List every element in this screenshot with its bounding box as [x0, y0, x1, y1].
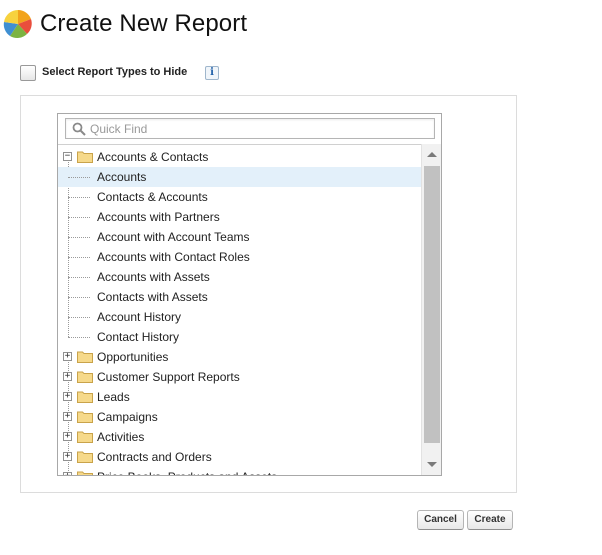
scroll-thumb[interactable]	[424, 166, 440, 443]
folder-icon	[77, 411, 93, 423]
tree-branch-line	[68, 257, 90, 258]
tree-branch-line	[68, 177, 90, 178]
info-icon[interactable]: i	[205, 66, 219, 80]
folder-icon	[77, 391, 93, 403]
tree-branch-line	[68, 197, 90, 198]
quick-find	[65, 118, 435, 139]
folder-icon	[77, 431, 93, 443]
tree-item[interactable]: Account with Account Teams	[58, 227, 421, 247]
tree-item[interactable]: Contacts & Accounts	[58, 187, 421, 207]
hide-report-types-label: Select Report Types to Hide	[42, 66, 188, 78]
tree-item[interactable]: Contacts with Assets	[58, 287, 421, 307]
tree-folder-label: Price Books, Products and Assets	[97, 467, 277, 475]
tree-item-label: Contacts with Assets	[97, 290, 208, 304]
expand-icon[interactable]: +	[63, 372, 72, 381]
folder-icon	[77, 371, 93, 383]
tree-scrollbar[interactable]	[421, 144, 441, 475]
expand-icon[interactable]: +	[63, 352, 72, 361]
tree-item[interactable]: Accounts	[58, 167, 421, 187]
tree-folder-label: Accounts & Contacts	[97, 150, 209, 164]
tree-branch-line	[68, 237, 90, 238]
tree-item-label: Contacts & Accounts	[97, 190, 208, 204]
tree-item-label: Account with Account Teams	[97, 230, 250, 244]
folder-icon	[77, 351, 93, 363]
collapse-icon[interactable]: −	[63, 152, 72, 161]
tree-branch-line	[68, 297, 90, 298]
tree-folder-label: Activities	[97, 430, 145, 444]
tree-branch-line	[68, 217, 90, 218]
tree-branch-line	[68, 317, 90, 318]
tree-folder[interactable]: − Accounts & Contacts	[58, 147, 421, 167]
tree-item[interactable]: Accounts with Contact Roles	[58, 247, 421, 267]
tree-folder[interactable]: + Customer Support Reports	[58, 367, 421, 387]
create-report-page: Create New Report Select Report Types to…	[0, 0, 602, 555]
tree-item-label: Accounts with Assets	[97, 270, 210, 284]
tree-item-label: Accounts with Partners	[97, 210, 220, 224]
quick-find-input[interactable]	[90, 120, 430, 137]
tree-folder-label: Campaigns	[97, 410, 158, 424]
tree-branch-line	[68, 277, 90, 278]
tree-folder[interactable]: + Activities	[58, 427, 421, 447]
page-title: Create New Report	[40, 10, 248, 37]
tree-folder[interactable]: + Price Books, Products and Assets	[58, 467, 421, 475]
tree-branch-line	[68, 337, 90, 338]
tree-item-label: Accounts with Contact Roles	[97, 250, 250, 264]
tree-folder-label: Contracts and Orders	[97, 450, 212, 464]
expand-icon[interactable]: +	[63, 412, 72, 421]
expand-icon[interactable]: +	[63, 392, 72, 401]
tree-folder-label: Customer Support Reports	[97, 370, 240, 384]
scroll-down-arrow-icon[interactable]	[422, 456, 441, 473]
expand-icon[interactable]: +	[63, 432, 72, 441]
report-type-tree: − Accounts & Contacts Accounts Contacts & A…	[57, 113, 442, 476]
expand-icon[interactable]: +	[63, 472, 72, 475]
tree-item-label: Accounts	[97, 170, 147, 184]
folder-icon	[77, 451, 93, 463]
tree-item-label: Account History	[97, 310, 182, 324]
tree-folder[interactable]: + Campaigns	[58, 407, 421, 427]
tree-folder[interactable]: + Opportunities	[58, 347, 421, 367]
tree-item-label: Contact History	[97, 330, 180, 344]
tree-folder-label: Leads	[97, 390, 130, 404]
tree-item[interactable]: Accounts with Assets	[58, 267, 421, 287]
folder-icon	[77, 471, 93, 475]
reports-logo-icon	[3, 9, 32, 38]
hide-report-types-checkbox[interactable]	[20, 65, 36, 81]
tree-list: − Accounts & Contacts Accounts Contacts & A…	[58, 144, 421, 475]
cancel-button[interactable]: Cancel	[417, 510, 464, 530]
create-button[interactable]: Create	[467, 510, 513, 530]
folder-open-icon	[77, 151, 93, 163]
tree-folder[interactable]: + Leads	[58, 387, 421, 407]
scroll-up-arrow-icon[interactable]	[422, 146, 441, 163]
tree-item[interactable]: Accounts with Partners	[58, 207, 421, 227]
search-icon	[72, 122, 86, 136]
tree-item[interactable]: Account History	[58, 307, 421, 327]
tree-folder[interactable]: + Contracts and Orders	[58, 447, 421, 467]
expand-icon[interactable]: +	[63, 452, 72, 461]
tree-folder-label: Opportunities	[97, 350, 169, 364]
tree-item[interactable]: Contact History	[58, 327, 421, 347]
